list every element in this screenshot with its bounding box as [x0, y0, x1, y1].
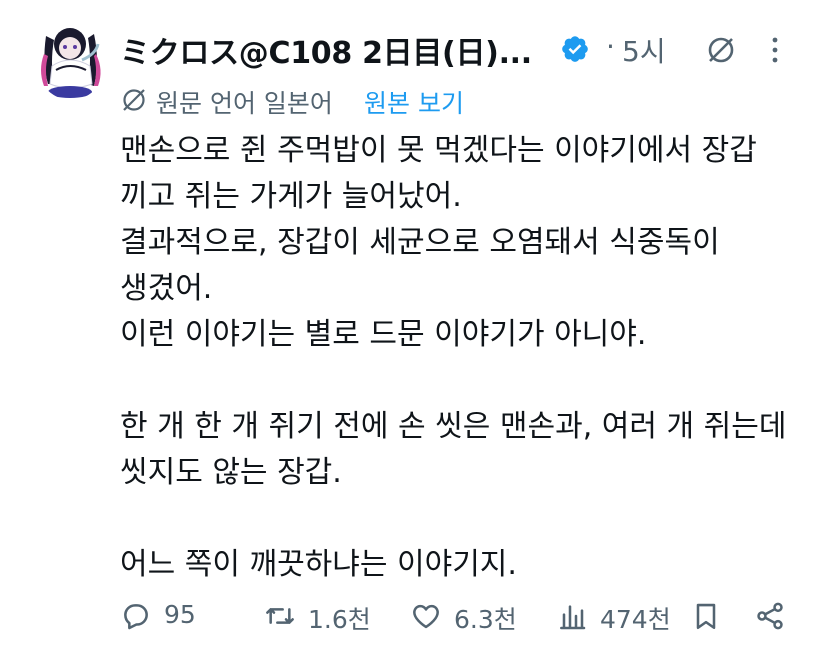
translation-note: 원문 언어 일본어 [156, 89, 333, 118]
tweet-line: 결과적으로, 장갑이 세균으로 오염돼서 식중독이 [120, 225, 720, 260]
views-count: 474천 [600, 605, 671, 634]
grok-icon[interactable] [705, 34, 737, 66]
tweet-line: 맨손으로 쥔 주먹밥이 못 먹겠다는 이야기에서 장갑 [120, 133, 757, 168]
share-icon [757, 602, 783, 630]
repost-icon [266, 608, 294, 624]
avatar[interactable] [34, 14, 108, 100]
more-icon[interactable] [760, 34, 790, 66]
tweet-line: 어느 쪽이 깨끗하냐는 이야기지. [120, 547, 517, 582]
timestamp[interactable]: 5시 [622, 30, 666, 70]
repost-count: 1.6천 [308, 605, 371, 634]
tweet-line: 이런 이야기는 별로 드문 이야기가 아니야. [120, 317, 647, 352]
tweet-header: ミクロス@C108 2日目(日)... · 5시 [120, 24, 800, 74]
share-button[interactable] [754, 596, 788, 636]
verified-badge-icon[interactable] [560, 34, 590, 64]
separator-dot: · [606, 30, 615, 63]
tweet-line: 씻지도 않는 장갑. [120, 455, 342, 490]
translate-icon [120, 86, 148, 114]
action-bar: 95 1.6천 6.3천 474천 [0, 596, 816, 636]
tweet-line: 생겼어. [120, 271, 213, 306]
display-name[interactable]: ミクロス@C108 2日目(日)... [120, 28, 532, 72]
bookmark-button[interactable] [690, 596, 724, 636]
tweet-line: 끼고 쥐는 가게가 늘어났어. [120, 179, 462, 214]
tweet-text: 맨손으로 쥔 주먹밥이 못 먹겠다는 이야기에서 장갑 끼고 쥐는 가게가 늘어… [120, 128, 810, 588]
like-icon [413, 604, 439, 629]
like-count: 6.3천 [454, 605, 517, 634]
tweet-line: 한 개 한 개 쥐기 전에 손 씻은 맨손과, 여러 개 쥐는데 [120, 409, 787, 444]
views-icon [560, 605, 586, 630]
reply-count: 95 [164, 600, 196, 629]
bookmark-icon [696, 603, 716, 629]
reply-icon [124, 604, 148, 630]
show-original-link[interactable]: 원본 보기 [364, 84, 464, 120]
